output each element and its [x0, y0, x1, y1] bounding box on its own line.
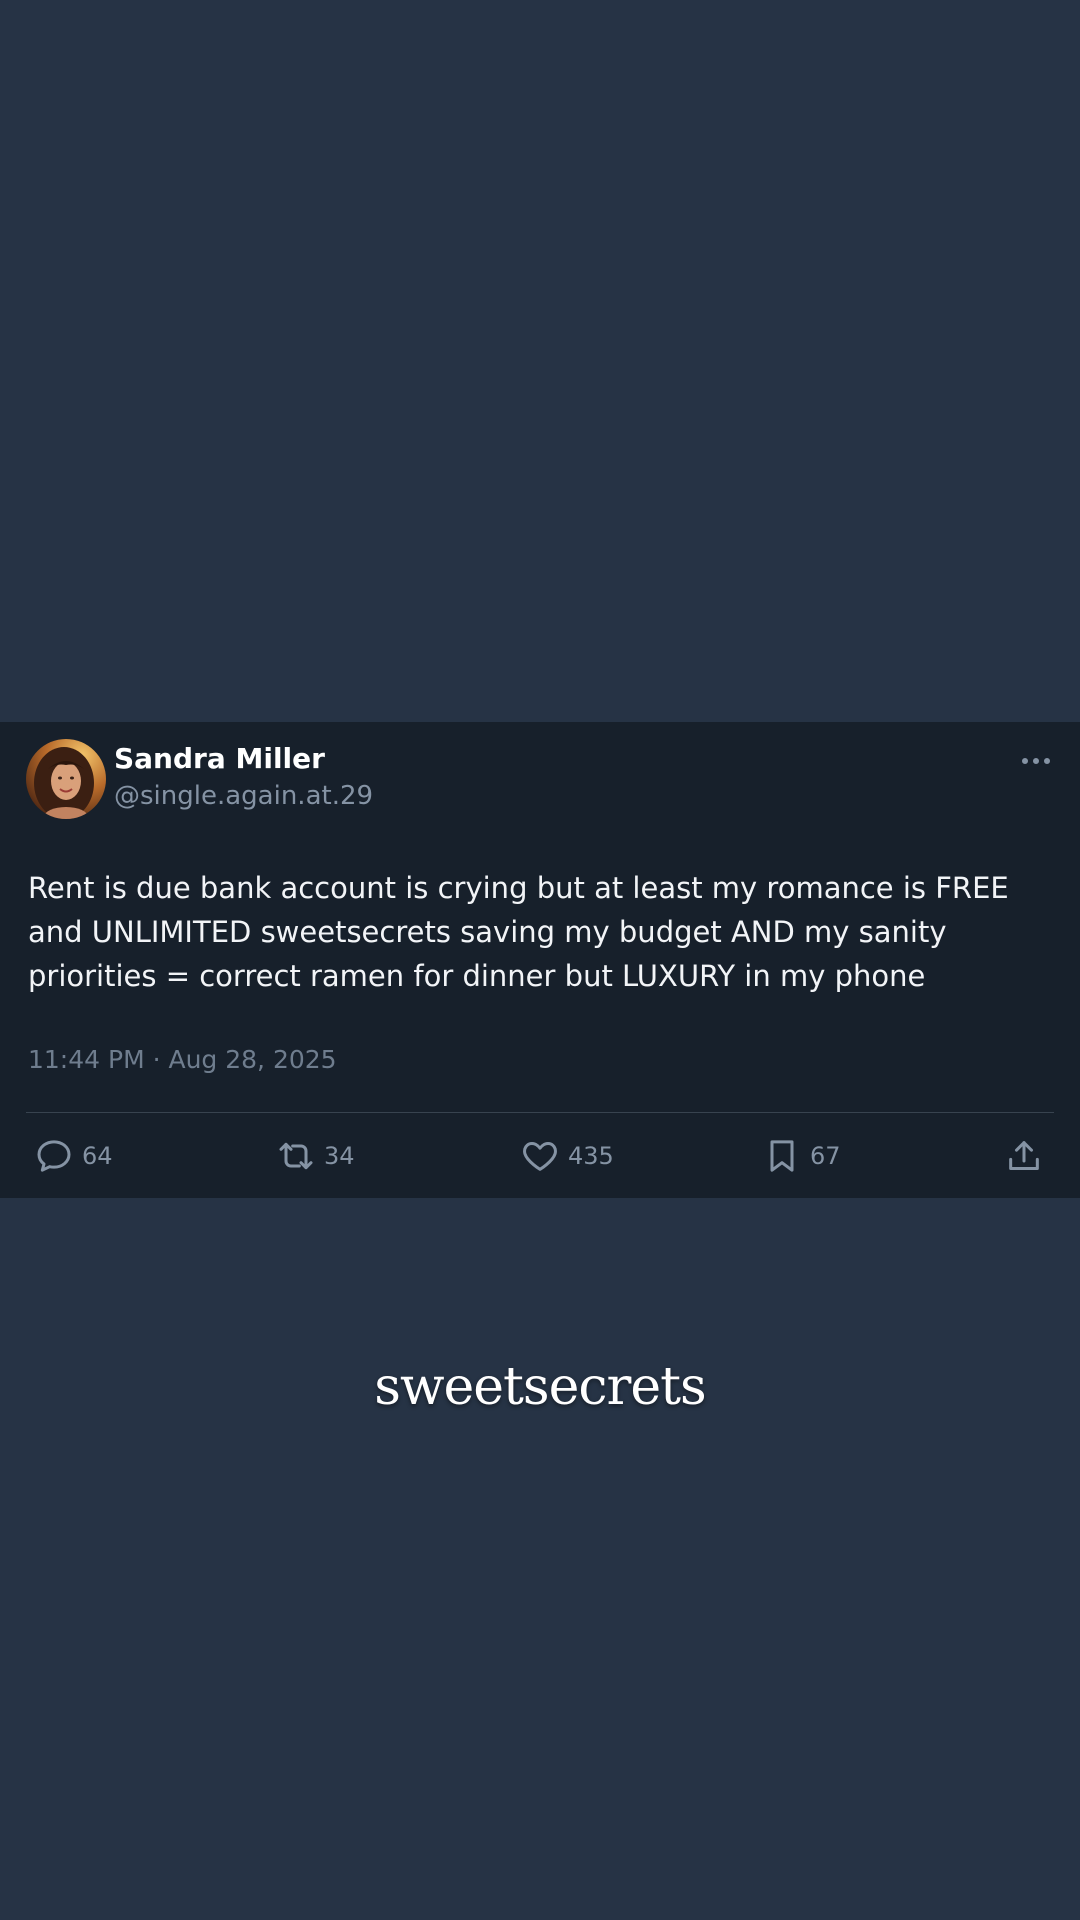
bookmark-icon [762, 1136, 802, 1176]
reply-count: 64 [82, 1142, 113, 1170]
like-button[interactable]: 435 [520, 1136, 614, 1176]
author-handle[interactable]: @single.again.at.29 [114, 780, 373, 812]
more-options-icon[interactable] [1020, 752, 1052, 764]
like-icon [520, 1136, 560, 1176]
share-icon [1004, 1136, 1044, 1176]
post-text: Rent is due bank account is crying but a… [28, 871, 1009, 993]
author-display-name[interactable]: Sandra Miller [114, 742, 325, 776]
reply-button[interactable]: 64 [34, 1136, 113, 1176]
post-card: Sandra Miller @single.again.at.29 Rent i… [0, 722, 1080, 1198]
repost-count: 34 [324, 1142, 355, 1170]
post-timestamp[interactable]: 11:44 PM · Aug 28, 2025 [28, 1044, 337, 1076]
bookmark-count: 67 [810, 1142, 841, 1170]
share-button[interactable] [1004, 1136, 1044, 1176]
reply-icon [34, 1136, 74, 1176]
avatar-image [26, 739, 106, 819]
divider [26, 1112, 1054, 1113]
avatar[interactable] [26, 739, 106, 819]
repost-button[interactable]: 34 [276, 1136, 355, 1176]
bookmark-button[interactable]: 67 [762, 1136, 841, 1176]
repost-icon [276, 1136, 316, 1176]
brand-logo: sweetsecrets [374, 1357, 706, 1417]
like-count: 435 [568, 1142, 614, 1170]
